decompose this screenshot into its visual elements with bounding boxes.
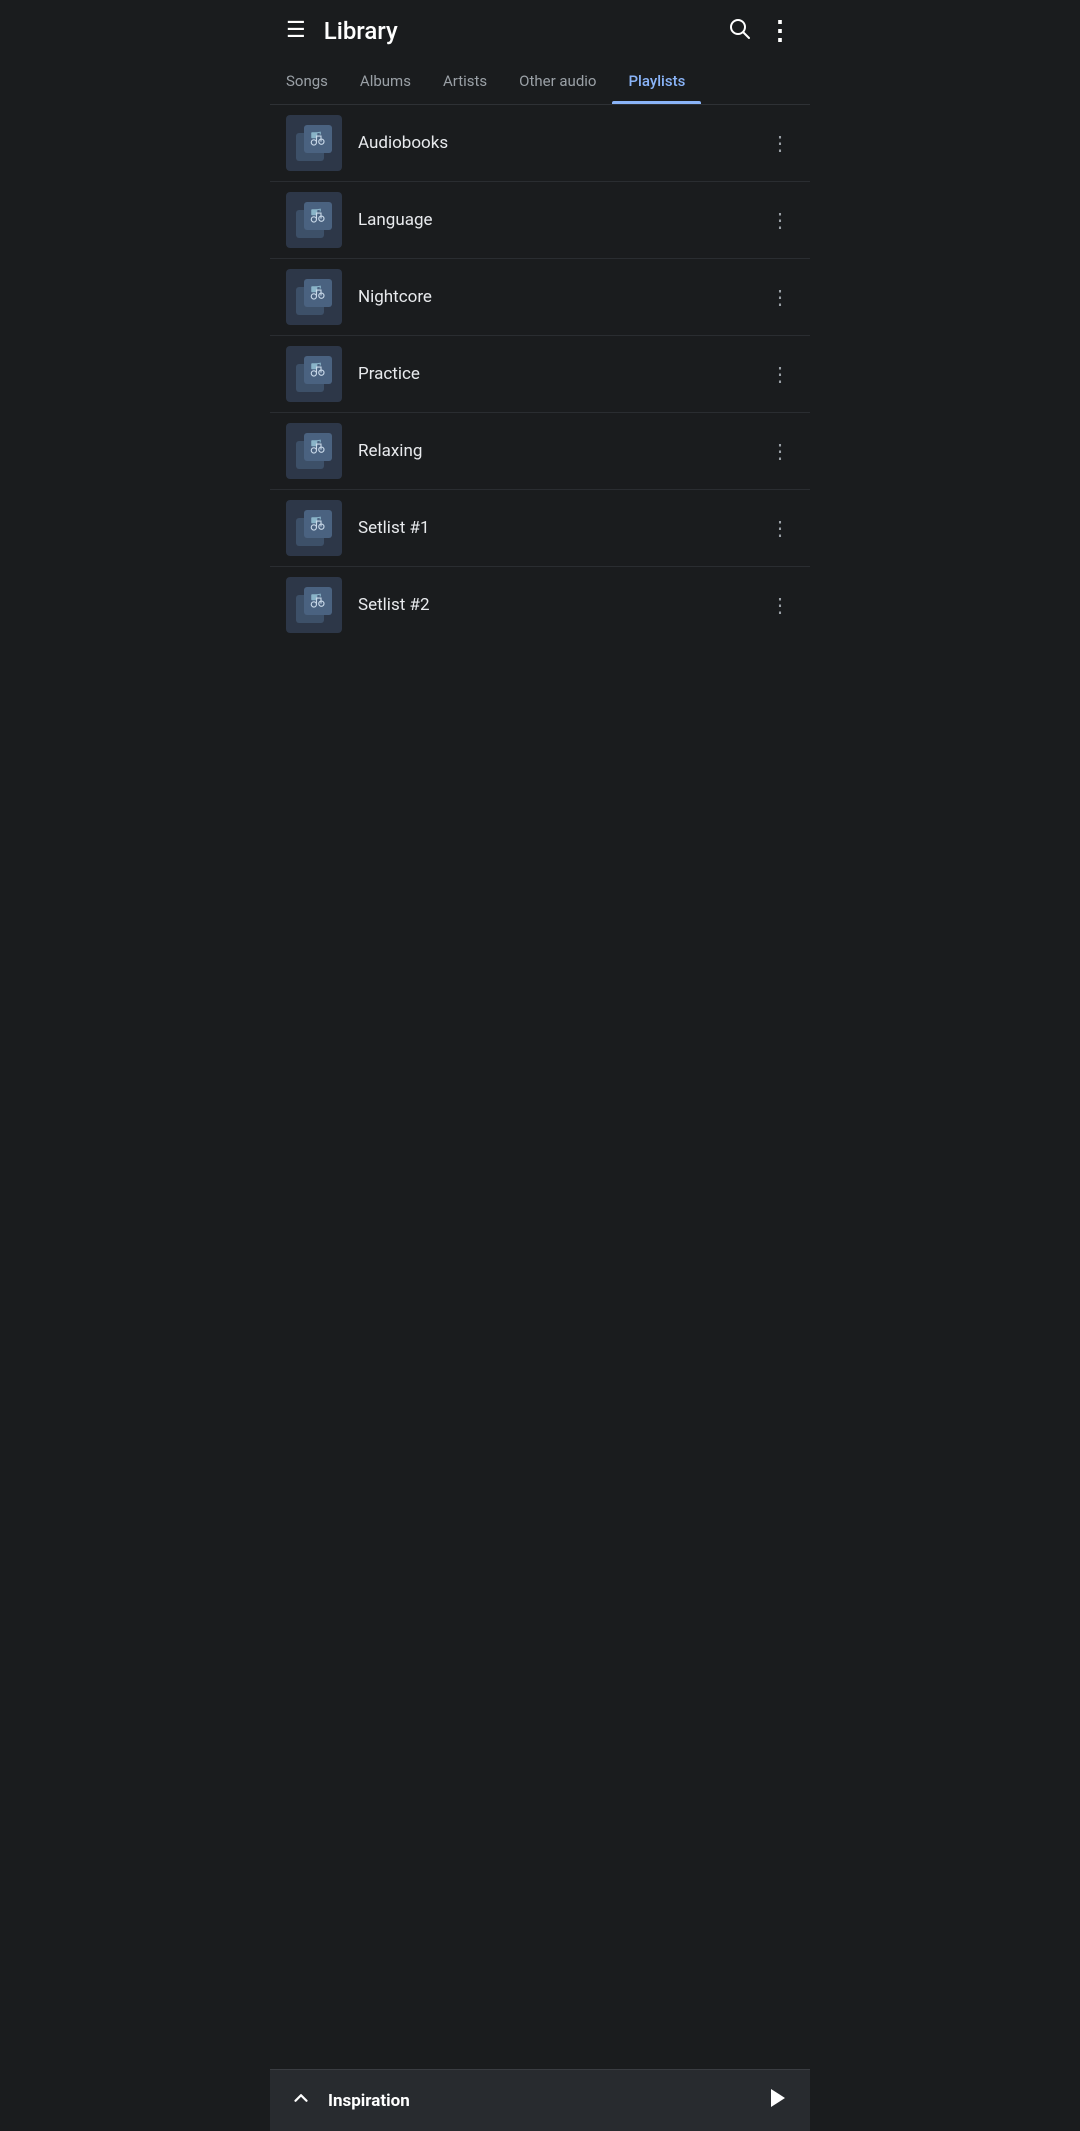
more-options-icon[interactable]: ⋮ [767, 21, 794, 42]
music-stack-icon [296, 356, 332, 392]
playlist-name: Nightcore [358, 287, 766, 307]
playlist-more-options[interactable]: ⋮ [766, 202, 794, 238]
playlist-more-options[interactable]: ⋮ [766, 433, 794, 469]
list-item[interactable]: Practice ⋮ [270, 336, 810, 413]
tabs-bar: Songs Albums Artists Other audio Playlis… [270, 58, 810, 105]
playlist-more-options[interactable]: ⋮ [766, 587, 794, 623]
playlist-name: Relaxing [358, 441, 766, 461]
search-icon[interactable] [727, 16, 751, 46]
playlist-more-options[interactable]: ⋮ [766, 510, 794, 546]
playlist-name: Practice [358, 364, 766, 384]
music-stack-icon [296, 125, 332, 161]
playlist-thumbnail [286, 423, 342, 479]
tab-artists[interactable]: Artists [427, 58, 503, 104]
tab-playlists[interactable]: Playlists [612, 58, 701, 104]
list-item[interactable]: Language ⋮ [270, 182, 810, 259]
playlist-name: Setlist #2 [358, 595, 766, 615]
tab-albums[interactable]: Albums [344, 58, 427, 104]
playlist-thumbnail [286, 269, 342, 325]
tab-other-audio[interactable]: Other audio [503, 58, 612, 104]
playlist-more-options[interactable]: ⋮ [766, 356, 794, 392]
play-button[interactable] [766, 2086, 790, 2115]
music-stack-icon [296, 279, 332, 315]
list-item[interactable]: Setlist #2 ⋮ [270, 567, 810, 643]
playlist-thumbnail [286, 346, 342, 402]
tab-songs[interactable]: Songs [270, 58, 344, 104]
playlist-thumbnail [286, 577, 342, 633]
bottom-player-bar: Inspiration [270, 2069, 810, 2131]
playlist-list: Audiobooks ⋮ Lang [270, 105, 810, 643]
music-stack-icon [296, 202, 332, 238]
list-item[interactable]: Relaxing ⋮ [270, 413, 810, 490]
list-item[interactable]: Nightcore ⋮ [270, 259, 810, 336]
playlist-thumbnail [286, 192, 342, 248]
playlist-name: Setlist #1 [358, 518, 766, 538]
header-actions: ⋮ [727, 16, 794, 46]
playlist-thumbnail [286, 115, 342, 171]
expand-player-icon[interactable] [290, 2087, 312, 2114]
app-header: ☰ Library ⋮ [270, 0, 810, 58]
music-stack-icon [296, 510, 332, 546]
now-playing-title[interactable]: Inspiration [328, 2091, 766, 2111]
playlist-name: Audiobooks [358, 133, 766, 153]
playlist-more-options[interactable]: ⋮ [766, 279, 794, 315]
list-item[interactable]: Setlist #1 ⋮ [270, 490, 810, 567]
playlist-name: Language [358, 210, 766, 230]
playlist-more-options[interactable]: ⋮ [766, 125, 794, 161]
music-stack-icon [296, 433, 332, 469]
menu-icon[interactable]: ☰ [286, 20, 306, 42]
playlist-thumbnail [286, 500, 342, 556]
list-item[interactable]: Audiobooks ⋮ [270, 105, 810, 182]
music-stack-icon [296, 587, 332, 623]
page-title: Library [324, 17, 727, 45]
